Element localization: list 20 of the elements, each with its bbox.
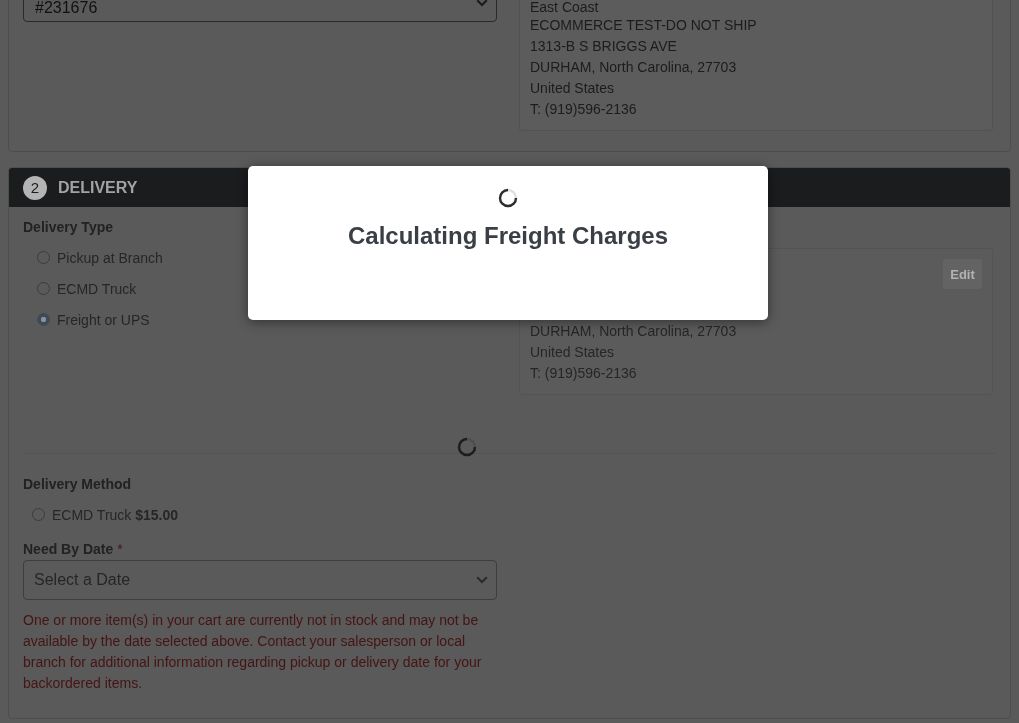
section-title: DELIVERY xyxy=(58,177,138,198)
required-mark: * xyxy=(117,540,123,559)
dropdown-field[interactable]: #231676 xyxy=(23,0,497,22)
chevron-down-icon xyxy=(476,0,488,7)
step-badge: 2 xyxy=(23,175,47,200)
address-line: 1313-B S BRIGGS AVE xyxy=(530,37,678,56)
address-line: T: (919)596-2136 xyxy=(530,100,638,119)
address-line: ECOMMERCE TEST-DO NOT SHIP xyxy=(530,16,757,35)
edit-button[interactable]: Edit xyxy=(943,259,982,289)
address-line: East Coast xyxy=(530,0,600,15)
field-label: Need By Date xyxy=(23,540,114,559)
field-label: Delivery Method xyxy=(23,475,133,494)
modal-title: Calculating Freight Charges xyxy=(347,221,669,251)
spinner-icon xyxy=(498,188,518,208)
address-line: United States xyxy=(530,79,616,98)
field-label: Delivery Type xyxy=(23,218,114,237)
warning-text: One or more item(s) in your cart are currently not in stock and may not be available by the date selected above. Contact your salesperson or local branch for additional information regarding pickup or delivery date for your backordered items. xyxy=(23,611,483,693)
radio-button[interactable] xyxy=(37,313,50,326)
chevron-down-icon xyxy=(476,576,488,584)
address-line: DURHAM, North Carolina, 27703 xyxy=(530,58,738,77)
